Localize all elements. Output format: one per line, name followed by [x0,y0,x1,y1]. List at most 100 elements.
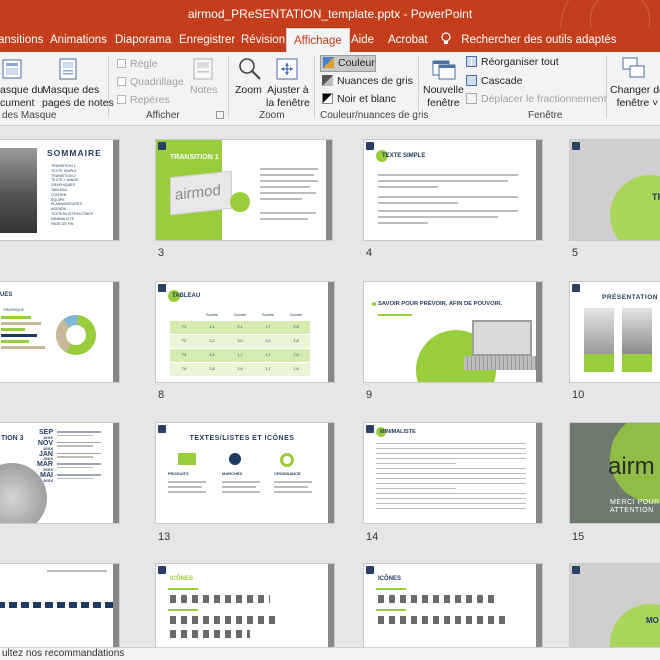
text-line [376,498,526,500]
slide-thumbnail-11[interactable]: TION 3 SEP 20XX NOV 20XX JAN 20XX MAR 20XX MAI 20… [0,423,119,523]
grayscale-button[interactable]: Nuances de gris [322,75,413,88]
search-tell-me[interactable]: Rechercher des outils adaptés [440,28,617,52]
airmod-logo: airm [608,453,655,480]
tab-transitions[interactable]: ansitions [0,28,43,52]
slide-thumbnail-12[interactable]: TEXTES/LISTES ET ICÔNES PRODUITS MARCHÉS… [156,423,334,523]
section-bar [376,588,406,590]
slide-thumbnail-13[interactable]: MINIMALISTE [364,423,542,523]
slide-thumbnail-17[interactable]: ICÔNES [156,564,334,647]
text-line [378,174,518,176]
timeline-label: NOV 20XX [31,440,53,451]
lightbulb-icon [441,32,451,44]
slide-number: 5 [572,247,579,259]
text-line [168,486,202,488]
text-line [378,222,428,224]
column-title: MARCHÉS [222,471,243,476]
text-line [376,468,526,470]
text-line [57,477,93,480]
slide-edge-bar [536,564,542,647]
slide-thumbnail-2[interactable]: SOMMAIRE TRANSITION 1 TEXTE SIMPLE TRANSIT… [0,140,119,240]
gridlines-checkbox[interactable]: Quadrillage [117,76,184,89]
text-line [168,491,206,493]
slide-thumbnail-18[interactable]: ICÔNES [364,564,542,647]
table-cell: 1,7 [265,325,271,329]
table-cell: 2,1 [209,353,215,357]
slide-thumbnail-7[interactable]: UES GRAPHIQUE [0,282,119,382]
slide-title: UES [0,292,13,298]
icon-row [378,616,508,624]
notes-button[interactable]: Notes [190,84,217,97]
brand-logo-icon [158,284,166,292]
text-line [260,192,316,194]
arrange-all-button[interactable]: Réorganiser tout [466,56,559,69]
tab-animations[interactable]: Animations [50,28,107,52]
ruler-checkbox[interactable]: Règle [117,58,157,71]
text-line [57,434,93,436]
table-header-cell: Société [206,313,218,317]
table-cell: 3,3 [265,339,271,343]
tab-diaporama[interactable]: Diaporama [115,28,171,52]
slide-thumbnail-19[interactable]: MO [570,564,660,647]
table-corner [170,310,198,320]
slide-edge-bar [536,282,542,382]
tab-revision[interactable]: Révision [241,28,285,52]
text-line [222,481,260,483]
slide-thumbnail-5[interactable]: TR [570,140,660,240]
slide-thumbnail-10[interactable]: PRÉSENTATION [570,282,660,382]
guides-checkbox[interactable]: Repères [117,94,170,107]
target-icon [280,453,294,467]
slide-edge-bar [113,140,119,240]
slide-title: ICÔNES [170,576,194,582]
cascade-button[interactable]: Cascade [466,75,522,88]
slide-edge-bar [113,423,119,523]
table-cell: 2,5 [293,353,299,357]
handout-master-button[interactable]: asque du cument [0,84,43,110]
bar-mark [1,346,45,349]
tab-enregistrer[interactable]: Enregistrer [179,28,235,52]
timeline-entry: MAR 20XX [31,461,101,472]
tab-affichage[interactable]: Affichage [286,28,350,52]
slide-thumbnail-3[interactable]: TRANSITION 1 airmod [156,140,332,240]
text-line [57,474,101,476]
bar-mark [1,334,37,337]
slide-thumbnail-4[interactable]: TEXTE SIMPLE [364,140,542,240]
color-button[interactable]: Couleur [320,55,376,72]
notes-master-button[interactable]: Masque des pages de notes [42,84,114,110]
text-line [378,180,508,182]
slide-thumbnail-8[interactable]: TABLEAU Société Société Société Société T1 2,… [156,282,334,382]
table-cell: 2,1 [237,325,243,329]
name-tag [584,354,614,372]
black-white-button[interactable]: Noir et blanc [322,93,396,106]
section-bar [168,609,198,611]
group-label-fenetre: Fenêtre [528,110,563,121]
tab-aide[interactable]: Aide [351,28,374,52]
tab-acrobat[interactable]: Acrobat [388,28,428,52]
text-line [376,448,526,450]
toc-list: TRANSITION 1 TEXTE SIMPLE TRANSITION 2 TEXT… [51,164,93,226]
brand-logo-icon [572,142,580,150]
slide-thumbnail-14[interactable]: airm MERCI POUR ATTENTION [570,423,660,523]
move-split-button[interactable]: Déplacer le fractionnement [466,93,606,106]
ribbon-separator [418,56,419,118]
thanks-text: MERCI POUR ATTENTION [610,499,660,514]
zoom-button[interactable]: Zoom [235,84,262,97]
status-text[interactable]: ultez nos recommandations [2,648,124,659]
fit-to-window-button[interactable]: Ajuster à la fenêtre [266,84,310,110]
timeline-label: MAI 20XX [31,472,53,483]
text-line [378,202,458,204]
text-line [378,196,518,198]
text-line [57,431,101,433]
group-launcher-icon[interactable] [216,111,224,119]
table-cell: 2,2 [209,339,215,343]
titlebar-decoration [590,0,650,28]
bar-mark [1,328,25,331]
slide-title: TRANSITION 1 [170,154,219,161]
switch-window-button[interactable]: Changer de fenêtre ˅ [610,84,660,110]
slide-edge-bar [328,423,334,523]
slide-thumbnail-16[interactable] [0,564,119,647]
group-label-zoom: Zoom [259,110,285,121]
new-window-button[interactable]: Nouvelle fenêtre [423,84,464,110]
text-line [57,466,93,469]
slide-thumbnail-9[interactable]: SAVOIR POUR PRÉVOIR, AFIN DE POUVOIR. [364,282,542,382]
green-dot [230,192,250,212]
